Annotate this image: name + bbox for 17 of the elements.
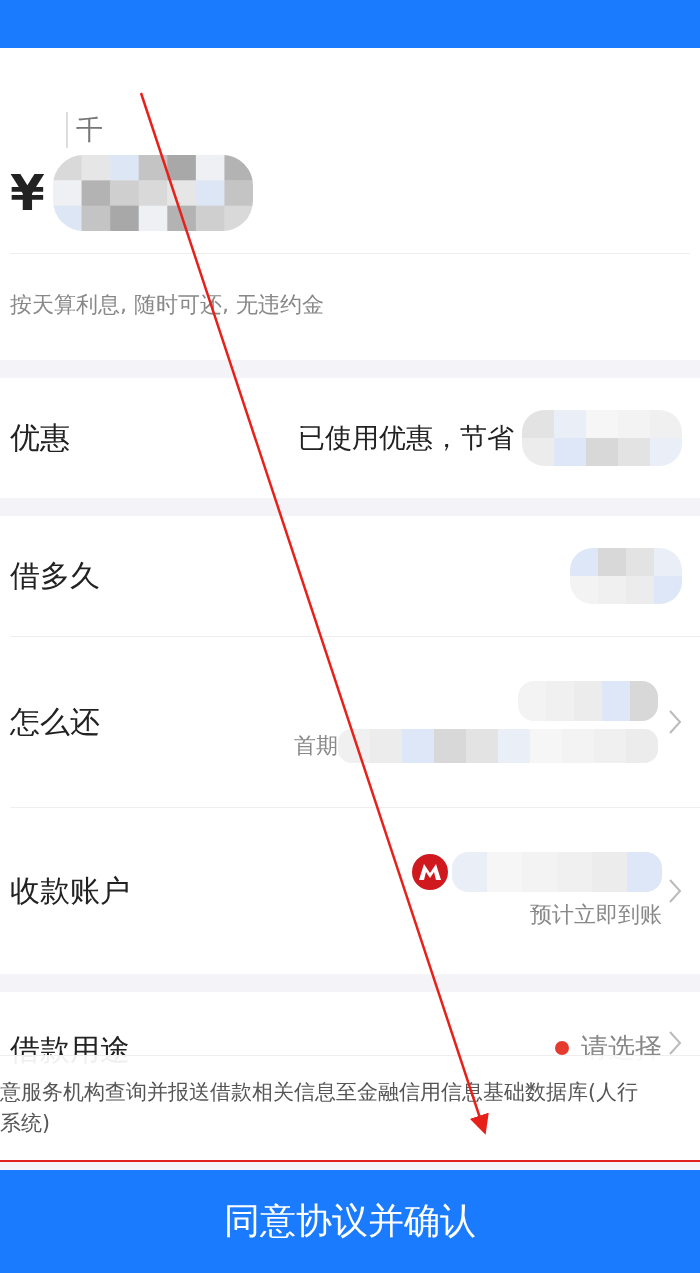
row-subtext: 预计立即到账: [530, 901, 662, 929]
confirm-button[interactable]: 同意协议并确认: [0, 1170, 700, 1273]
chevron-icon: [668, 1030, 682, 1056]
required-dot: [555, 1041, 569, 1055]
row-label: 收款账户: [10, 871, 130, 910]
currency-symbol: ¥: [10, 164, 45, 222]
row-label: 怎么还: [10, 702, 100, 741]
disclosure-text: 系统): [0, 1110, 51, 1137]
amount-unit: 千: [66, 112, 103, 148]
row-label: 借多久: [10, 556, 100, 595]
row-value: 已使用优惠，节省: [298, 421, 514, 455]
row-label: 优惠: [10, 418, 70, 457]
chevron-icon: [668, 709, 682, 735]
chevron-icon: [668, 878, 682, 904]
row-label: 借款用途: [10, 1031, 130, 1069]
bank-logo-icon: [412, 854, 448, 890]
row-subtext: 首期: [294, 732, 338, 760]
